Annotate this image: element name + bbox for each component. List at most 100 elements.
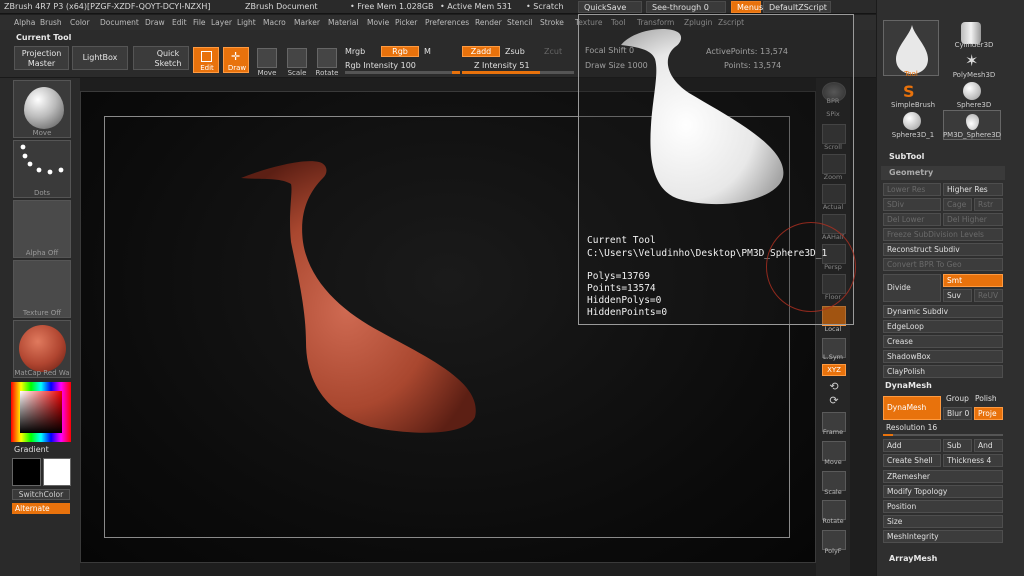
create-shell-button[interactable]: Create Shell [883, 454, 941, 467]
default-zscript-button[interactable]: DefaultZScript [763, 1, 831, 13]
lightbox-button[interactable]: LightBox [72, 46, 128, 70]
menu-material[interactable]: Material [328, 18, 358, 27]
polish-button[interactable]: Polish [972, 393, 1005, 406]
secondary-color-swatch[interactable] [12, 458, 41, 486]
geometry-label: Geometry [889, 168, 934, 177]
color-picker-square[interactable] [20, 391, 62, 433]
sub-button[interactable]: Sub [943, 439, 972, 452]
lower-res-button[interactable]: Lower Res [883, 183, 941, 196]
sphere3d-1-label[interactable]: Sphere3D_1 [885, 131, 941, 139]
rgb-button[interactable]: Rgb [381, 46, 419, 57]
menu-preferences[interactable]: Preferences [425, 18, 469, 27]
zadd-button[interactable]: Zadd [462, 46, 500, 57]
menu-render[interactable]: Render [475, 18, 502, 27]
sphere3d-icon[interactable] [963, 82, 981, 100]
quicksave-button[interactable]: QuickSave [578, 1, 642, 13]
blur-slider[interactable]: Blur 0 [943, 407, 972, 420]
claypolish-button[interactable]: ClayPolish [883, 365, 1003, 378]
polymesh3d-icon[interactable]: ✶ [965, 51, 978, 70]
dynamic-subdiv-button[interactable]: Dynamic Subdiv [883, 305, 1003, 318]
rgb-intensity-track[interactable] [345, 71, 459, 74]
polymesh3d-label[interactable]: PolyMesh3D [949, 71, 999, 79]
menu-edit[interactable]: Edit [172, 18, 187, 27]
and-button[interactable]: And [974, 439, 1003, 452]
menu-file[interactable]: File [193, 18, 206, 27]
zcut-button[interactable]: Zcut [544, 47, 562, 56]
popup-hidden-points: HiddenPoints=0 [587, 307, 668, 318]
menu-document[interactable]: Document [100, 18, 139, 27]
gradient-label[interactable]: Gradient [14, 445, 49, 454]
menu-alpha[interactable]: Alpha [14, 18, 35, 27]
menu-marker[interactable]: Marker [294, 18, 320, 27]
current-tool-thumbnail[interactable] [883, 20, 939, 76]
menu-light[interactable]: Light [237, 18, 256, 27]
position-button[interactable]: Position [883, 500, 1003, 513]
arraymesh-header[interactable]: ArrayMesh [889, 554, 937, 563]
reconstruct-subdiv-button[interactable]: Reconstruct Subdiv [883, 243, 1003, 256]
size-button[interactable]: Size [883, 515, 1003, 528]
resolution-track[interactable] [883, 434, 1003, 436]
cage-button[interactable]: Cage [943, 198, 972, 211]
projection-master-button[interactable]: Projection Master [14, 46, 69, 70]
menu-movie[interactable]: Movie [367, 18, 389, 27]
geometry-header[interactable]: Geometry [881, 166, 1005, 180]
rotate-icon[interactable] [317, 48, 337, 68]
suv-button[interactable]: Suv [943, 289, 972, 302]
color-picker[interactable] [11, 382, 71, 442]
menu-layer[interactable]: Layer [211, 18, 232, 27]
reuv-button[interactable]: ReUV [974, 289, 1003, 302]
simplebrush-label[interactable]: SimpleBrush [885, 101, 941, 109]
rgb-intensity-slider[interactable]: Rgb Intensity 100 [345, 61, 416, 70]
cylinder3d-label[interactable]: Cylinder3D [949, 41, 999, 49]
menu-picker[interactable]: Picker [395, 18, 417, 27]
menu-macro[interactable]: Macro [263, 18, 286, 27]
see-through-slider[interactable]: See-through 0 [646, 1, 726, 13]
xyz-button[interactable]: XYZ [822, 364, 846, 376]
smt-button[interactable]: Smt [943, 274, 1003, 287]
add-button[interactable]: Add [883, 439, 941, 452]
quick-sketch-button[interactable]: Quick Sketch [133, 46, 189, 70]
scale-icon[interactable] [287, 48, 307, 68]
sphere3d-1-icon[interactable] [903, 112, 921, 130]
zsub-button[interactable]: Zsub [505, 47, 525, 56]
meshintegrity-button[interactable]: MeshIntegrity [883, 530, 1003, 543]
z-intensity-slider[interactable]: Z Intensity 51 [474, 61, 530, 70]
switch-color-button[interactable]: SwitchColor [12, 489, 70, 500]
move-icon[interactable] [257, 48, 277, 68]
pm3d-sphere3d-label[interactable]: PM3D_Sphere3D [941, 131, 1003, 139]
del-higher-button[interactable]: Del Higher [943, 213, 1003, 226]
divide-button[interactable]: Divide [883, 274, 941, 302]
menu-color[interactable]: Color [70, 18, 90, 27]
subtool-header[interactable]: SubTool [889, 152, 924, 161]
project-button[interactable]: Proje [974, 407, 1003, 420]
crease-button[interactable]: Crease [883, 335, 1003, 348]
dynamesh-button[interactable]: DynaMesh [883, 396, 941, 420]
edgeloop-button[interactable]: EdgeLoop [883, 320, 1003, 333]
m-button[interactable]: M [424, 47, 431, 56]
draw-button[interactable]: ✛ Draw [223, 47, 249, 73]
shadowbox-button[interactable]: ShadowBox [883, 350, 1003, 363]
group-button[interactable]: Group [943, 393, 972, 406]
simplebrush-icon[interactable]: S [903, 82, 915, 101]
mrgb-button[interactable]: Mrgb [345, 47, 365, 56]
zremesher-button[interactable]: ZRemesher [883, 470, 1003, 483]
sphere3d-label[interactable]: Sphere3D [949, 101, 999, 109]
menu-stencil[interactable]: Stencil [507, 18, 532, 27]
menus-button[interactable]: Menus [731, 1, 763, 13]
primary-color-swatch[interactable] [43, 458, 71, 486]
modify-topology-button[interactable]: Modify Topology [883, 485, 1003, 498]
higher-res-button[interactable]: Higher Res [943, 183, 1003, 196]
menu-draw[interactable]: Draw [145, 18, 165, 27]
dynamesh-header[interactable]: DynaMesh [885, 381, 932, 390]
del-lower-button[interactable]: Del Lower [883, 213, 941, 226]
alternate-button[interactable]: Alternate [12, 503, 70, 514]
rotate-z-icon[interactable]: ⟳ [822, 394, 846, 414]
edit-button[interactable]: Edit [193, 47, 219, 73]
sdiv-slider[interactable]: SDiv [883, 198, 941, 211]
menu-stroke[interactable]: Stroke [540, 18, 564, 27]
menu-brush[interactable]: Brush [40, 18, 62, 27]
convert-bpr-button[interactable]: Convert BPR To Geo [883, 258, 1003, 271]
rstr-button[interactable]: Rstr [974, 198, 1003, 211]
freeze-subdivision-button[interactable]: Freeze SubDivision Levels [883, 228, 1003, 241]
thickness-slider[interactable]: Thickness 4 [943, 454, 1003, 467]
